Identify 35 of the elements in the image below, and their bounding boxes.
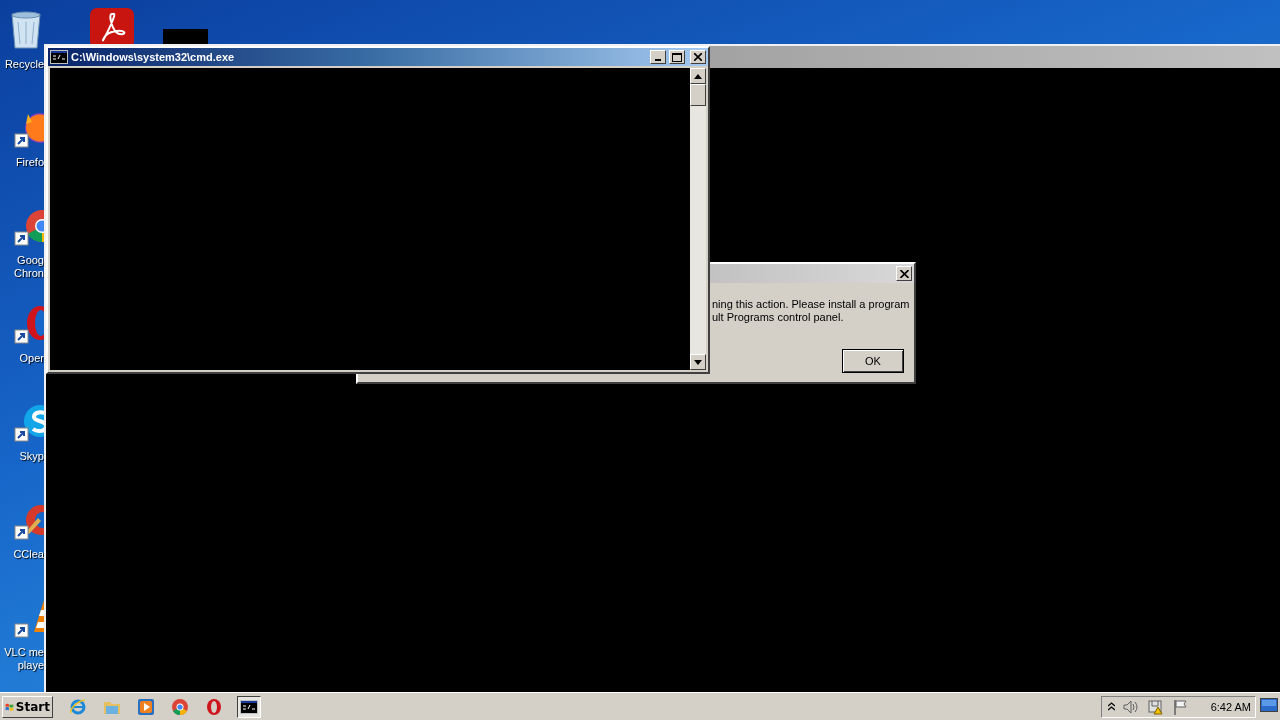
window-title: C:\Windows\system32\cmd.exe (71, 51, 236, 63)
up-arrow-icon (694, 73, 702, 79)
chrome-icon[interactable] (171, 697, 189, 716)
icon-label[interactable]: CClea (13, 548, 44, 561)
flag-icon[interactable] (1172, 698, 1189, 715)
acrobat-icon[interactable] (90, 8, 134, 44)
close-icon (694, 53, 702, 61)
clock[interactable]: 6:42 AM (1210, 700, 1251, 713)
close-icon (899, 269, 909, 278)
command-prompt-task-button[interactable] (237, 695, 261, 718)
down-arrow-icon (694, 359, 702, 365)
command-prompt-icon (50, 50, 68, 64)
start-button[interactable]: Start (2, 695, 53, 718)
media-player-icon[interactable] (137, 697, 155, 716)
maximize-button[interactable] (669, 50, 685, 64)
dialog-message: ning this action. Please install a program ult Programs control panel. (712, 298, 911, 324)
icon-label[interactable]: Oper (19, 352, 44, 365)
icon-label[interactable]: Skyp (19, 450, 44, 463)
network-warning-icon[interactable] (1146, 698, 1165, 715)
scrollbar[interactable] (690, 68, 706, 370)
show-desktop-icon[interactable] (1260, 698, 1278, 714)
icon-label[interactable]: Goog Chron (14, 254, 44, 280)
icon-label[interactable]: VLC me playe (4, 646, 44, 672)
icon-label[interactable]: Recycle (4, 58, 44, 71)
close-button[interactable] (690, 50, 706, 64)
recycle-bin-icon[interactable] (8, 10, 44, 50)
speaker-icon[interactable] (1122, 699, 1139, 714)
close-button[interactable] (896, 266, 912, 281)
ok-button[interactable]: OK (842, 349, 904, 373)
icon-label[interactable]: Firefo (15, 156, 44, 169)
chevron-up-icon[interactable] (1107, 702, 1115, 711)
scroll-thumb[interactable] (690, 84, 706, 106)
maximize-icon (672, 52, 682, 62)
opera-icon[interactable] (205, 697, 223, 716)
minimize-button[interactable] (650, 50, 666, 64)
